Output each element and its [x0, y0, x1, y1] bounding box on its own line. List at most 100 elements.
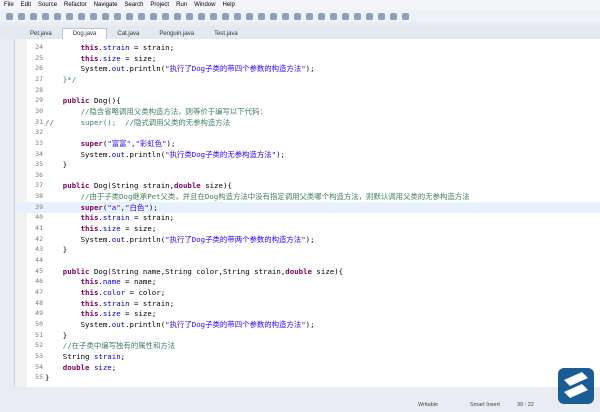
code-line[interactable]: 37 public Dog(String strain,double size)… — [15, 180, 600, 191]
toolbar-button-icon[interactable] — [258, 12, 265, 20]
line-number: 27 — [35, 74, 43, 83]
toolbar-button-icon[interactable] — [78, 12, 85, 20]
code-token: out — [111, 319, 126, 329]
menu-search[interactable]: Search — [124, 2, 143, 8]
code-line[interactable]: 33 super("富富","彩虹色"); — [15, 138, 600, 149]
code-token: } — [45, 245, 68, 255]
toolbar-button-icon[interactable] — [114, 12, 121, 20]
menu-project[interactable]: Project — [150, 2, 169, 8]
toolbar-button-icon[interactable] — [150, 12, 157, 20]
code-line[interactable]: 55} — [15, 372, 600, 383]
tab-cat[interactable]: Cat.java — [107, 29, 149, 39]
code-line[interactable]: 52 //在子类中编写独有的属性和方法 — [15, 340, 600, 351]
toolbar-button-icon[interactable] — [126, 12, 133, 20]
code-line[interactable]: 42 System.out.println("执行了Dog子类的带两个参数的构造… — [15, 234, 600, 245]
code-token: this — [45, 43, 99, 52]
tab-dog[interactable]: Dog.java — [61, 28, 108, 39]
code-line[interactable]: 28 — [15, 85, 600, 96]
code-token: //隐含省略调用父类构造方法，则等价于编写以下代码： — [45, 106, 267, 116]
code-line[interactable]: 39 super("a","白色"); — [15, 201, 600, 213]
code-text: } — [45, 330, 67, 341]
code-text: //在子类中编写独有的属性和方法 — [45, 340, 175, 351]
toolbar-button-icon[interactable] — [42, 12, 49, 20]
code-line[interactable]: 44 — [15, 255, 600, 266]
toolbar-button-icon[interactable] — [66, 12, 73, 20]
code-line[interactable]: 31// super(); //隐式调用父类的无参构造方法 — [15, 117, 600, 128]
toolbar-button-icon[interactable] — [366, 12, 373, 20]
toolbar-button-icon[interactable] — [54, 12, 61, 20]
code-line[interactable]: 49 this.size = size; — [15, 308, 600, 319]
code-line[interactable]: 32 — [15, 127, 600, 138]
code-text: public Dog(String strain,double size){ — [45, 180, 232, 191]
toolbar-button-icon[interactable] — [210, 12, 217, 20]
menu-window[interactable]: Window — [194, 2, 215, 8]
code-line[interactable]: 51 } — [15, 330, 600, 341]
code-line[interactable]: 46 this.name = name; — [15, 276, 600, 287]
code-token: //在子类中编写独有的属性和方法 — [45, 341, 176, 351]
toolbar-button-icon[interactable] — [174, 12, 181, 20]
tab-penguin[interactable]: Penguin.java — [149, 29, 204, 39]
code-token: = strain; — [129, 43, 175, 52]
code-line[interactable]: 24 this.strain = strain; — [15, 42, 600, 53]
toolbar-button-icon[interactable] — [18, 12, 25, 20]
code-line[interactable]: 29 public Dog(){ — [15, 95, 600, 106]
code-line[interactable]: 45 public Dog(String name,String color,S… — [15, 266, 600, 277]
code-line[interactable]: 47 this.color = color; — [15, 287, 600, 298]
toolbar-button-icon[interactable] — [402, 12, 409, 20]
code-token: ); — [305, 64, 315, 74]
toolbar-button-icon[interactable] — [318, 12, 325, 20]
toolbar-button-icon[interactable] — [30, 12, 37, 20]
code-line[interactable]: 26 System.out.println("执行了Dog子类的带四个参数的构造… — [15, 63, 600, 74]
code-line[interactable]: 40 this.strain = strain; — [15, 212, 600, 223]
menu-source[interactable]: Source — [38, 2, 57, 8]
code-line[interactable]: 25 this.size = size; — [15, 53, 600, 64]
menu-run[interactable]: Run — [176, 2, 187, 8]
toolbar-button-icon[interactable] — [354, 12, 361, 20]
code-line[interactable]: 35 } — [15, 159, 600, 170]
code-token: "执行了Dog子类的带四个参数的构造方法" — [165, 319, 306, 329]
code-line[interactable]: 34 System.out.println("执行类Dog子类的无参构造方法")… — [15, 149, 600, 160]
toolbar-button-icon[interactable] — [222, 12, 229, 20]
line-number: 39 — [35, 202, 43, 211]
toolbar-button-icon[interactable] — [162, 12, 169, 20]
code-token: public — [45, 266, 90, 276]
toolbar-button-icon[interactable] — [306, 12, 313, 20]
code-line[interactable]: 43 } — [15, 244, 600, 255]
menu-navigate[interactable]: Navigate — [94, 2, 118, 8]
toolbar-button-icon[interactable] — [294, 12, 301, 20]
toolbar-button-icon[interactable] — [102, 12, 109, 20]
toolbar-button-icon[interactable] — [198, 12, 205, 20]
toolbar-button-icon[interactable] — [138, 12, 145, 20]
code-line[interactable]: 53 String strain; — [15, 351, 600, 362]
code-line[interactable]: 30 //隐含省略调用父类构造方法，则等价于编写以下代码： — [15, 106, 600, 117]
menu-help[interactable]: Help — [222, 2, 234, 8]
code-line[interactable]: 36 — [15, 170, 600, 181]
toolbar-button-icon[interactable] — [342, 12, 349, 20]
code-line[interactable]: 50 System.out.println("执行了Dog子类的带四个参数的构造… — [15, 319, 600, 330]
code-text: public Dog(String name,String color,Stri… — [45, 266, 343, 277]
toolbar-button-icon[interactable] — [246, 12, 253, 20]
code-line[interactable]: 48 this.strain = strain; — [15, 298, 600, 309]
tab-test[interactable]: Test.java — [204, 29, 248, 39]
code-editor[interactable]: 24 this.strain = strain; 25 this.size = s… — [14, 39, 600, 387]
toolbar-button-icon[interactable] — [378, 12, 385, 20]
code-line[interactable]: 41 this.size = size; — [15, 223, 600, 234]
toolbar-button-icon[interactable] — [270, 12, 277, 20]
toolbar-button-icon[interactable] — [282, 12, 289, 20]
menu-edit[interactable]: Edit — [21, 2, 31, 8]
toolbar-button-icon[interactable] — [6, 12, 13, 20]
code-token: this — [45, 309, 99, 319]
code-text: this.size = size; — [45, 308, 157, 319]
toolbar-button-icon[interactable] — [90, 12, 97, 20]
code-line[interactable]: 38 //由于子类Dog继承Pet父类，并且在Dog构造方法中没有指定调用父类哪… — [15, 191, 600, 202]
code-line[interactable]: 54 double size; — [15, 362, 600, 373]
code-line[interactable]: 27 }*/ — [15, 74, 600, 85]
toolbar-button-icon[interactable] — [234, 12, 241, 20]
toolbar-button-icon[interactable] — [186, 12, 193, 20]
menu-file[interactable]: File — [4, 2, 14, 8]
code-token: public — [45, 181, 90, 191]
menu-refactor[interactable]: Refactor — [64, 2, 87, 8]
tab-pet[interactable]: Pet.java — [20, 29, 62, 39]
toolbar-button-icon[interactable] — [390, 12, 397, 20]
toolbar-button-icon[interactable] — [330, 12, 337, 20]
